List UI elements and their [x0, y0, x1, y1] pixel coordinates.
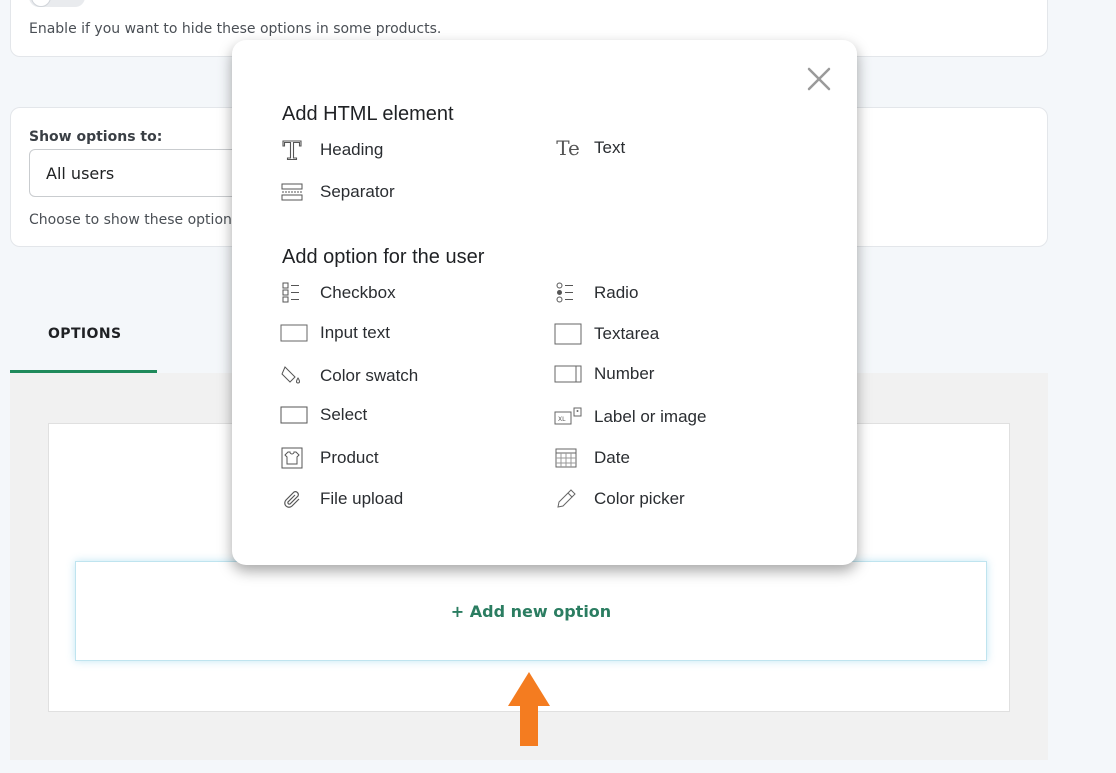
date-icon: [554, 446, 578, 470]
checkbox-icon: [280, 281, 304, 305]
option-item-product[interactable]: Product: [280, 444, 379, 472]
color-swatch-icon: [280, 364, 304, 388]
tab-label: OPTIONS: [48, 326, 122, 342]
label-image-icon: XL: [554, 405, 582, 429]
file-upload-icon: [280, 487, 304, 511]
html-section-title: Add HTML element: [282, 103, 454, 125]
option-item-textarea[interactable]: Textarea: [554, 320, 659, 348]
close-icon[interactable]: [804, 64, 834, 94]
add-element-modal: Add HTML element Heading Te Text Separat…: [232, 40, 857, 565]
show-options-help: Choose to show these options: [29, 212, 240, 228]
html-item-text[interactable]: Te Text: [554, 134, 625, 162]
text-icon: Te: [556, 136, 580, 160]
option-item-number[interactable]: Number: [554, 360, 654, 388]
textarea-icon: [554, 322, 582, 346]
hide-options-toggle[interactable]: [29, 0, 85, 7]
input-text-icon: [280, 321, 308, 345]
option-item-radio[interactable]: Radio: [554, 279, 638, 307]
option-item-file-upload[interactable]: File upload: [280, 485, 403, 513]
option-item-color-picker[interactable]: Color picker: [554, 485, 685, 513]
add-new-option-button[interactable]: + Add new option: [75, 561, 987, 661]
svg-text:XL: XL: [558, 416, 566, 423]
option-item-select[interactable]: Select: [280, 401, 367, 429]
option-item-color-swatch[interactable]: Color swatch: [280, 362, 418, 390]
html-item-separator[interactable]: Separator: [280, 178, 395, 206]
option-item-checkbox[interactable]: Checkbox: [280, 279, 396, 307]
option-section-title: Add option for the user: [282, 246, 485, 268]
hide-options-help: Enable if you want to hide these options…: [29, 21, 442, 37]
heading-icon: [280, 138, 304, 162]
tab-options[interactable]: OPTIONS: [10, 300, 157, 373]
radio-icon: [554, 281, 578, 305]
option-item-date[interactable]: Date: [554, 444, 630, 472]
add-new-option-label: + Add new option: [450, 601, 612, 621]
highlight-arrow-up-icon: [508, 672, 550, 746]
html-item-heading[interactable]: Heading: [280, 136, 383, 164]
show-options-label: Show options to:: [29, 129, 163, 145]
number-icon: [554, 362, 582, 386]
select-icon: [280, 403, 308, 427]
toggle-knob: [31, 0, 51, 7]
product-icon: [280, 446, 304, 470]
option-item-label-or-image[interactable]: XL Label or image: [554, 403, 706, 431]
option-item-input-text[interactable]: Input text: [280, 319, 390, 347]
separator-icon: [280, 180, 304, 204]
color-picker-icon: [554, 487, 578, 511]
